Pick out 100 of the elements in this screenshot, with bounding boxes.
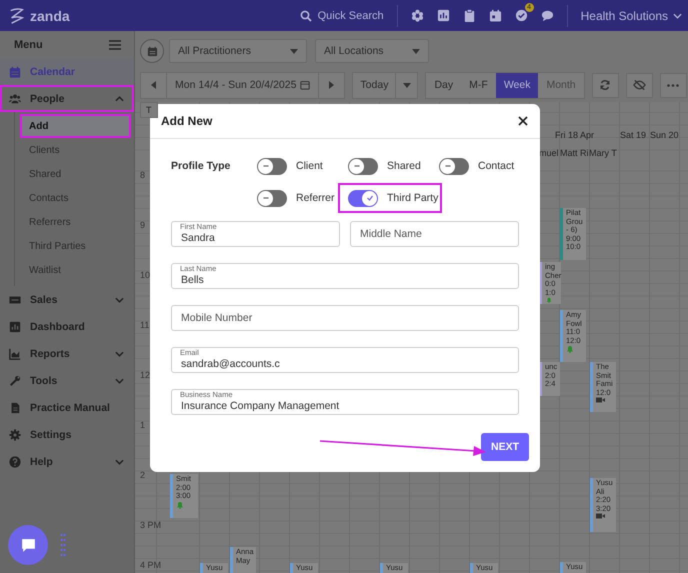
clipboard-icon[interactable] [462,9,476,22]
eye-slash-icon [632,79,646,91]
toggle-label: Referrer [296,192,335,204]
toggle-switch[interactable] [257,190,287,206]
hour-label: 2 [140,470,146,480]
input-field[interactable]: Mobile Number [171,305,519,331]
chevron-icon [115,350,124,356]
sidebar-subitem[interactable]: Add [20,114,131,138]
hour-label: 10 [140,270,150,280]
toggle-label: Contact [478,160,514,172]
sidebar-subitem[interactable]: Clients [20,138,131,162]
hexagon-icon[interactable] [410,9,424,22]
caret-icon [673,12,682,18]
sidebar-item[interactable]: Reports [0,340,134,367]
close-icon[interactable] [518,116,528,126]
sidebar-subitem[interactable]: Third Parties [20,234,131,258]
field-label: Profile Type [171,159,232,174]
caret-icon [412,48,420,54]
bell-icon [566,345,574,353]
chat-icon[interactable] [540,9,554,22]
settings-icon [9,428,21,440]
caret-icon [402,82,411,88]
bell-icon [176,500,184,508]
video-camera-icon [596,397,605,403]
menu-title: Menu [14,38,43,50]
calendar-tab[interactable]: T [140,102,158,118]
sidebar-item[interactable]: Help [0,448,134,475]
dialog-title: Add New [161,114,212,128]
calendar-icon[interactable] [488,9,502,22]
view-tab[interactable]: Week [496,72,538,98]
chart-icon[interactable] [436,9,450,22]
toggle-label: Shared [387,160,421,172]
help-icon [9,456,21,468]
view-tab[interactable]: Day [426,72,462,98]
day-header: Sat 19 [620,130,646,140]
calendar-icon [300,80,310,90]
sidebar-subitem[interactable]: Contacts [20,186,131,210]
check-icon [366,194,374,202]
refresh-button[interactable] [592,72,619,98]
video-camera-icon [596,513,605,519]
manual-icon [9,402,21,414]
refresh-icon [599,79,612,91]
chevron-icon [115,458,124,464]
dashboard-icon [9,320,21,332]
search-icon [300,10,312,22]
sidebar-subitem[interactable]: Referrers [20,210,131,234]
checkmark-icon[interactable] [514,9,528,22]
caret-icon [290,48,298,54]
calendar-icon [146,46,158,56]
hour-label: 12 [140,370,150,380]
toggle-switch[interactable] [348,190,378,206]
hide-button[interactable] [626,72,653,98]
sidebar-item[interactable]: Sales [0,286,134,313]
hour-label: 11 [140,320,150,330]
more-icon [667,84,680,86]
day-header: Sun 20 [650,130,679,140]
toggle-label: Client [296,160,323,172]
calendar-icon [9,66,21,78]
sidebar-subitem[interactable]: Shared [20,162,131,186]
right-caret-icon [329,81,334,89]
sidebar-item[interactable]: Practice Manual [0,394,134,421]
tools-icon [9,374,21,386]
sidebar-item[interactable]: Tools [0,367,134,394]
practitioner-select[interactable]: All Practitioners [169,39,307,63]
bell-icon [545,297,553,303]
date-picker-button[interactable] [140,39,164,63]
logo-icon [8,6,26,24]
people-icon [9,92,21,104]
input-field[interactable]: Middle Name [350,221,519,247]
hour-label: 4 PM [140,560,162,570]
sidebar-subitem[interactable]: Waitlist [20,258,131,282]
day-header: Fri 18 Apr [555,130,594,140]
left-caret-icon [151,81,156,89]
menu-icon[interactable] [109,40,121,50]
account-menu[interactable]: Health Solutions [580,8,682,22]
location-select[interactable]: All Locations [315,39,429,63]
toggle-label: Third Party [387,192,438,204]
practitioner-header: Matt Ri [560,148,589,158]
chevron-icon [115,296,124,302]
toggle-switch[interactable] [439,158,469,174]
chevron-icon [115,96,124,102]
sidebar-item[interactable]: People [0,85,134,112]
sales-icon [9,294,21,306]
quick-search[interactable]: Quick Search [300,10,384,22]
hour-label: 8 [140,170,146,180]
sidebar-item[interactable]: Settings [0,421,134,448]
toggle-switch[interactable] [257,158,287,174]
chevron-icon [115,378,124,384]
toggle-switch[interactable] [348,158,378,174]
next-button[interactable]: NEXT [481,433,529,461]
reports-icon [9,348,21,360]
practitioner-header: Mary T [589,148,617,158]
hour-label: 3 PM [140,520,162,530]
view-tab[interactable]: M-F [461,72,496,98]
hour-label: 9 [140,220,146,230]
hour-label: 1 [140,420,146,430]
drag-handle-icon[interactable] [60,533,66,557]
sidebar-item[interactable]: Dashboard [0,313,134,340]
chat-button[interactable] [8,525,48,565]
logo-text: zanda [30,8,70,24]
